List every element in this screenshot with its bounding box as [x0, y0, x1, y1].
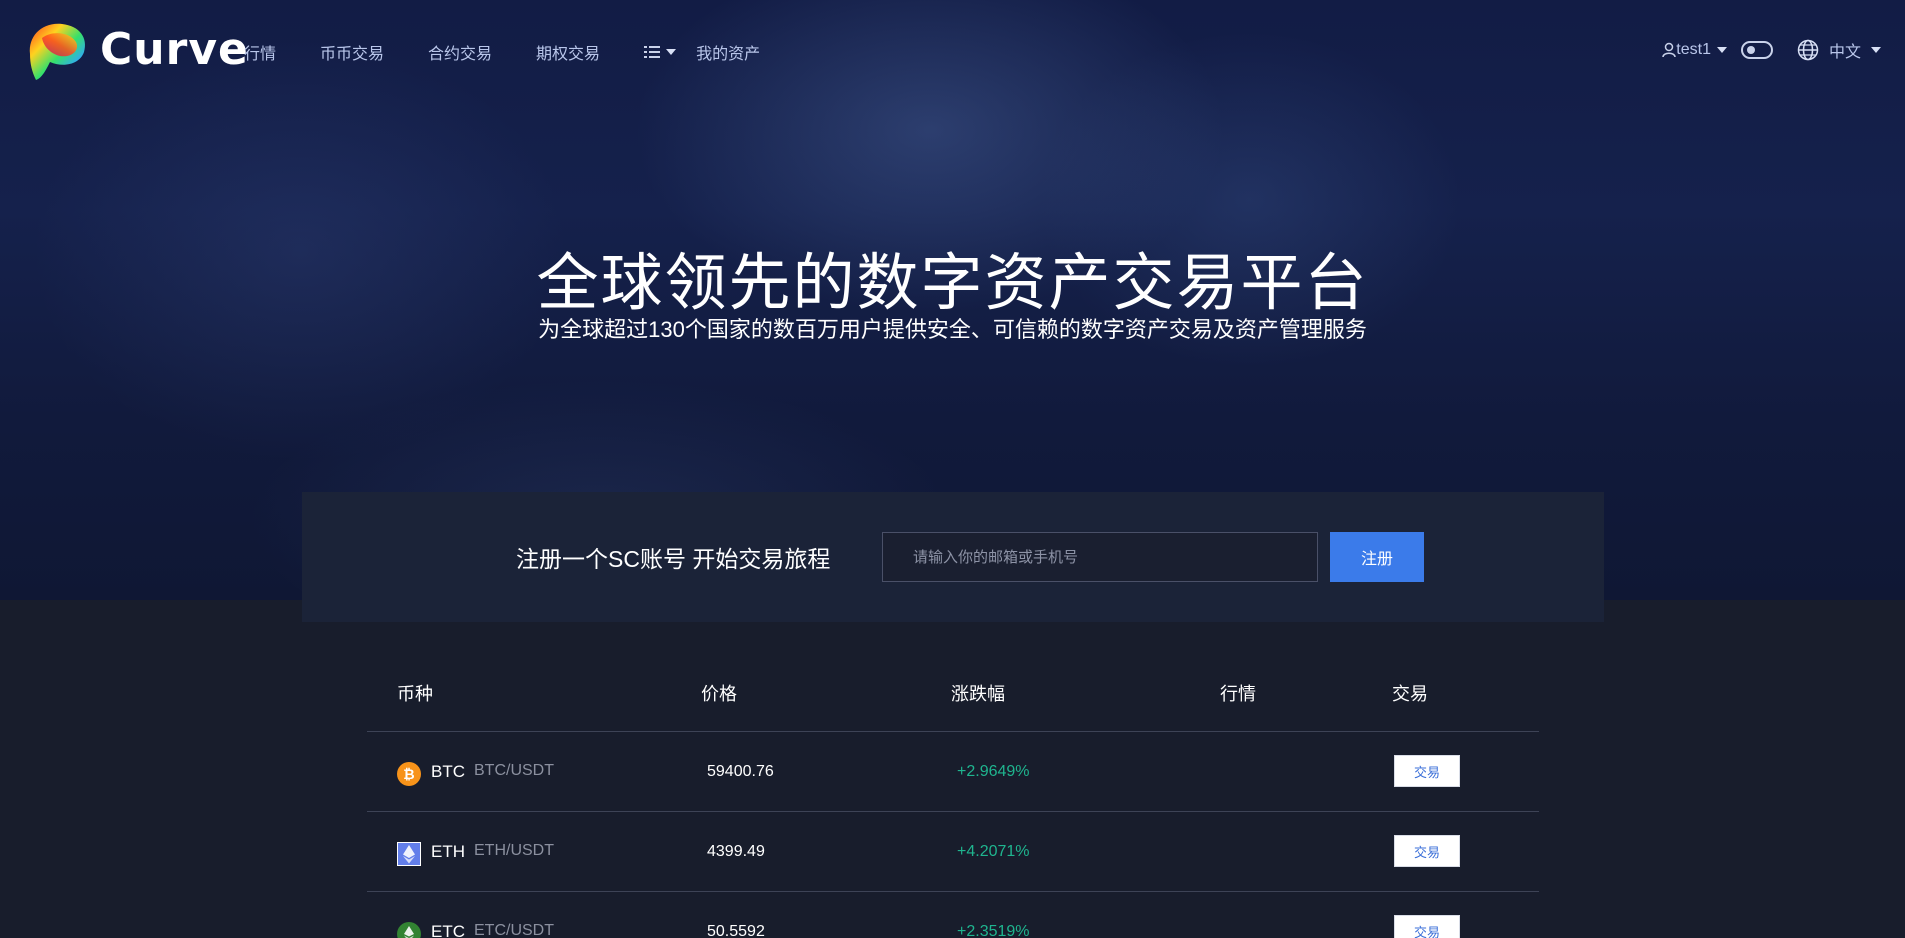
register-panel: 注册一个SC账号 开始交易旅程 注册: [302, 492, 1604, 622]
theme-toggle[interactable]: [1740, 41, 1773, 59]
chevron-down-icon: [1871, 47, 1881, 53]
header-change: 涨跌幅: [951, 684, 1005, 704]
username: test1: [1676, 41, 1711, 58]
table-row[interactable]: ETH ETH/USDT 4399.49 +4.2071% 交易: [367, 812, 1539, 892]
nav-right: test1 中文: [1662, 38, 1881, 62]
table-row[interactable]: ₿ BTC BTC/USDT 59400.76 +2.9649% 交易: [367, 732, 1539, 812]
coin-change: +2.9649%: [957, 763, 1030, 780]
header-price: 价格: [701, 684, 737, 704]
coin-change: +4.2071%: [957, 843, 1030, 860]
user-icon: [1662, 42, 1677, 58]
coin-price: 50.5592: [707, 923, 765, 938]
register-button[interactable]: 注册: [1330, 532, 1424, 582]
nav-my-assets[interactable]: 我的资产: [696, 40, 760, 64]
etc-icon: [397, 922, 421, 938]
brand-name[interactable]: Curve: [100, 24, 249, 75]
language-label: 中文: [1828, 44, 1861, 61]
svg-text:₿: ₿: [403, 767, 414, 783]
curve-logo-icon[interactable]: [24, 18, 90, 84]
header-chart: 行情: [1220, 684, 1256, 704]
coin-symbol: BTC: [431, 762, 465, 781]
nav-links: 行情 币币交易 合约交易 期权交易 我的资产: [244, 40, 804, 64]
nav-contract-trade[interactable]: 合约交易: [428, 40, 492, 64]
globe-icon: [1797, 39, 1819, 61]
nav-market[interactable]: 行情: [244, 40, 276, 64]
list-icon: [644, 46, 661, 58]
table-header: 币种 价格 涨跌幅 行情 交易: [367, 660, 1539, 732]
btc-icon: ₿: [397, 762, 421, 786]
hero-title: 全球领先的数字资产交易平台: [536, 249, 1369, 318]
header-trade: 交易: [1392, 684, 1428, 704]
market-table: 币种 价格 涨跌幅 行情 交易 ₿ BTC BTC/USDT 59400.76 …: [367, 660, 1539, 938]
coin-symbol: ETC: [431, 922, 465, 938]
coin-change: +2.3519%: [957, 923, 1030, 938]
chevron-down-icon: [1716, 47, 1727, 53]
hero-subtitle: 为全球超过130个国家的数百万用户提供安全、可信赖的数字资产交易及资产管理服务: [538, 317, 1367, 342]
trade-button[interactable]: 交易: [1394, 755, 1460, 787]
nav-spot-trade[interactable]: 币币交易: [320, 40, 384, 64]
nav-more-menu[interactable]: [644, 45, 677, 59]
email-phone-input[interactable]: [882, 532, 1318, 582]
language-selector[interactable]: 中文: [1797, 38, 1881, 62]
coin-pair: ETH/USDT: [474, 842, 554, 859]
coin-pair: BTC/USDT: [474, 762, 554, 779]
coin-price: 59400.76: [707, 763, 774, 780]
user-menu[interactable]: test1: [1662, 41, 1727, 59]
top-nav: Curve 行情 币币交易 合约交易 期权交易 我的资产 test1 中文: [0, 0, 1905, 100]
header-coin: 币种: [397, 684, 433, 704]
nav-options-trade[interactable]: 期权交易: [536, 40, 600, 64]
eth-icon: [397, 842, 421, 866]
table-row[interactable]: ETC ETC/USDT 50.5592 +2.3519% 交易: [367, 892, 1539, 938]
trade-button[interactable]: 交易: [1394, 915, 1460, 938]
register-title: 注册一个SC账号 开始交易旅程: [516, 546, 831, 572]
coin-price: 4399.49: [707, 843, 765, 860]
chevron-down-icon: [666, 49, 677, 55]
coin-pair: ETC/USDT: [474, 922, 554, 938]
trade-button[interactable]: 交易: [1394, 835, 1460, 867]
coin-symbol: ETH: [431, 842, 465, 861]
